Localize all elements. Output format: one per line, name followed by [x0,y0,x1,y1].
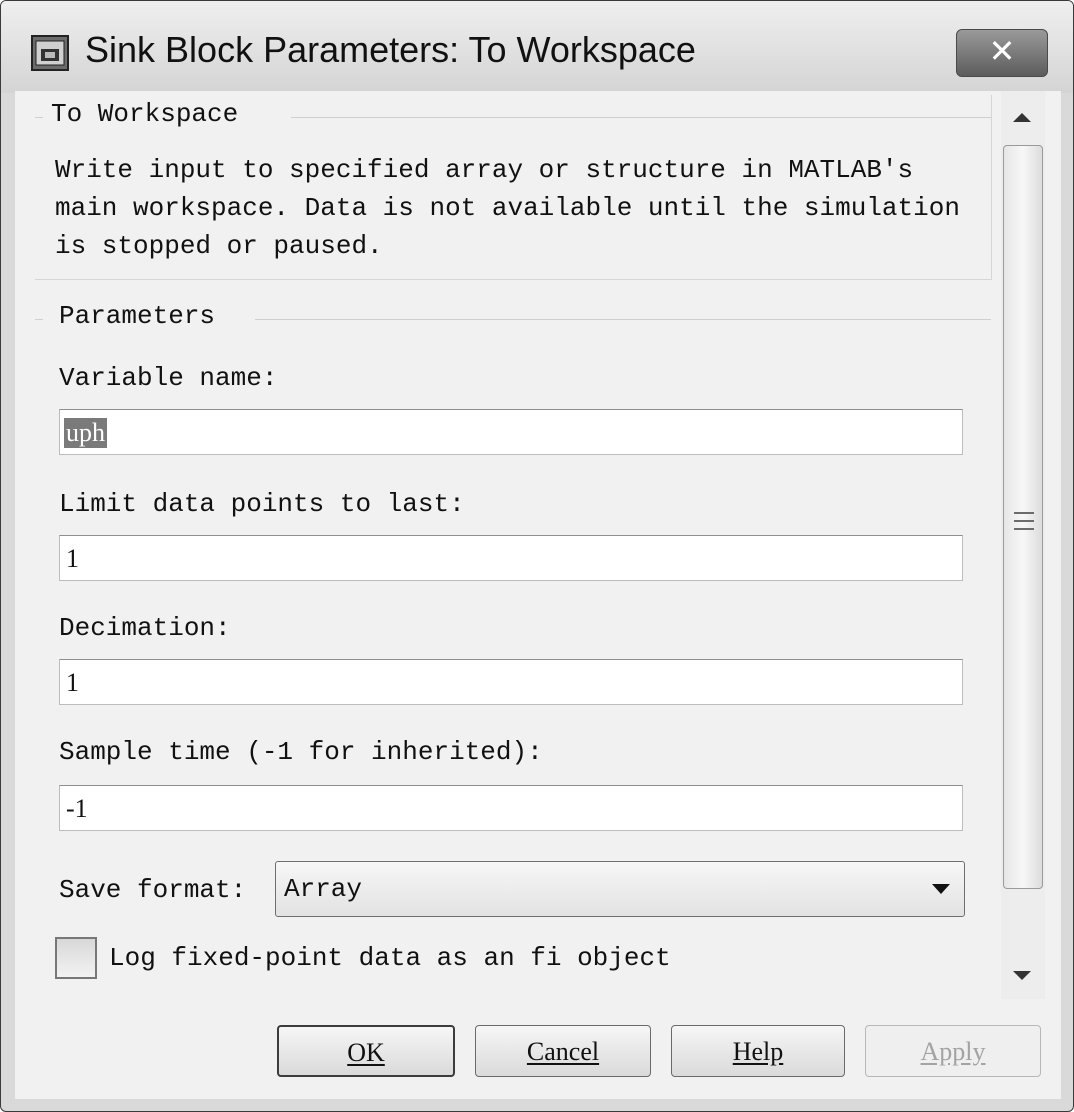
limit-data-points-input[interactable]: 1 [59,535,963,581]
ok-button-label: OK [347,1038,385,1067]
help-button[interactable]: Help [671,1025,845,1077]
scrollbar-thumb[interactable] [1003,145,1043,889]
parameters-scroll-area: To Workspace Write input to specified ar… [35,95,1005,999]
grip-icon [1014,512,1034,514]
sample-time-value: -1 [66,794,88,823]
close-icon: ✕ [988,32,1016,70]
variable-name-input[interactable]: uph [59,409,963,455]
sample-time-input[interactable]: -1 [59,785,963,831]
ok-button[interactable]: OK [277,1025,455,1077]
block-parameters-dialog: Sink Block Parameters: To Workspace ✕ To… [0,0,1074,1112]
variable-name-value: uph [64,418,107,448]
apply-button-label: Apply [920,1037,986,1066]
save-format-select[interactable]: Array [275,861,965,917]
save-format-value: Array [284,874,363,904]
limit-data-points-label: Limit data points to last: [59,489,465,519]
help-button-label: Help [732,1037,784,1066]
group-border [35,117,43,118]
log-fixed-point-checkbox[interactable] [55,937,97,979]
group-border [35,319,43,320]
cancel-button-label: Cancel [526,1037,600,1066]
scroll-down-arrow-icon[interactable] [1013,971,1031,980]
scroll-up-arrow-icon[interactable] [1013,113,1031,122]
save-format-label: Save format: [59,875,247,905]
apply-button[interactable]: Apply [865,1025,1041,1077]
grip-icon [1014,528,1034,530]
decimation-label: Decimation: [59,613,231,643]
limit-data-points-value: 1 [66,544,79,573]
dialog-body: To Workspace Write input to specified ar… [15,91,1061,1099]
title-bar[interactable]: Sink Block Parameters: To Workspace ✕ [1,1,1073,93]
parameters-group-title: Parameters [59,301,216,331]
vertical-scrollbar[interactable] [1001,91,1045,999]
block-group-title: To Workspace [51,99,239,129]
close-button[interactable]: ✕ [956,29,1048,77]
decimation-input[interactable]: 1 [59,659,963,705]
simulink-block-icon [31,35,69,71]
block-description: Write input to specified array or struct… [55,155,960,261]
log-fixed-point-label[interactable]: Log fixed-point data as an fi object [109,943,671,973]
chevron-down-icon [932,884,950,894]
group-border [255,319,991,320]
window-title: Sink Block Parameters: To Workspace [85,29,696,70]
grip-icon [1014,520,1034,522]
cancel-button[interactable]: Cancel [475,1025,651,1077]
variable-name-label: Variable name: [59,363,278,393]
decimation-value: 1 [66,668,79,697]
group-border [291,117,991,118]
sample-time-label: Sample time (-1 for inherited): [59,737,543,767]
